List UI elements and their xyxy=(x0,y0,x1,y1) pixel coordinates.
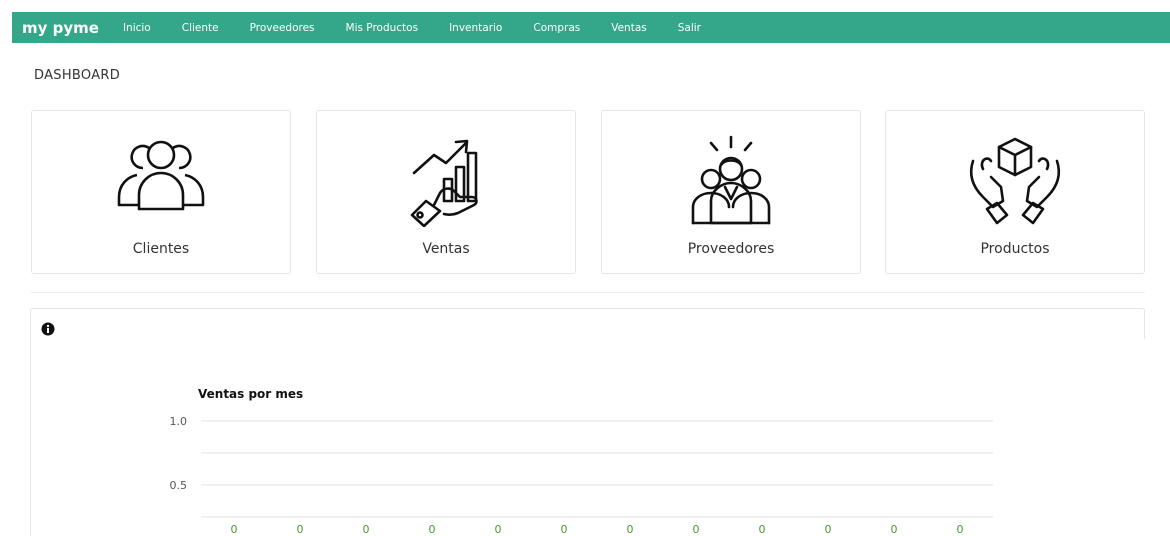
bar-value-label: 0 xyxy=(627,523,634,536)
card-productos[interactable]: Productos xyxy=(885,110,1145,274)
bar-value-label: 0 xyxy=(693,523,700,536)
chart-panel: Ventas por mes 1.0 0.5 0 0 0 0 0 0 0 0 0 0 0 0 xyxy=(30,308,1146,536)
card-clientes[interactable]: Clientes xyxy=(31,110,291,274)
bar-value-label: 0 xyxy=(561,523,568,536)
product-hands-icon xyxy=(886,131,1144,227)
card-proveedores[interactable]: Proveedores xyxy=(601,110,861,274)
bar-value-label: 0 xyxy=(495,523,502,536)
bar-value-label: 0 xyxy=(825,523,832,536)
bar-value-label: 0 xyxy=(891,523,898,536)
brand-logo[interactable]: my pyme xyxy=(22,19,99,37)
nav-item-compras[interactable]: Compras xyxy=(533,22,580,34)
nav-item-ventas[interactable]: Ventas xyxy=(611,22,647,34)
nav-item-salir[interactable]: Salir xyxy=(678,22,701,34)
bar-value-label: 0 xyxy=(297,523,304,536)
bar-value-label: 0 xyxy=(759,523,766,536)
chart-canvas: 1.0 0.5 0 0 0 0 0 0 0 0 0 0 0 0 xyxy=(170,415,993,536)
bar-value-label: 0 xyxy=(231,523,238,536)
bar-value-label: 0 xyxy=(363,523,370,536)
y-tick-label: 1.0 xyxy=(170,415,188,428)
nav-item-inicio[interactable]: Inicio xyxy=(123,22,151,34)
bar-value-label: 0 xyxy=(957,523,964,536)
nav-item-proveedores[interactable]: Proveedores xyxy=(250,22,315,34)
section-divider xyxy=(30,292,1145,293)
card-ventas[interactable]: Ventas xyxy=(316,110,576,274)
card-label: Ventas xyxy=(422,241,470,257)
nav-item-mis-productos[interactable]: Mis Productos xyxy=(346,22,419,34)
page-title: DASHBOARD xyxy=(34,68,121,83)
users-icon xyxy=(32,131,290,227)
card-label: Productos xyxy=(980,241,1050,257)
card-label: Proveedores xyxy=(687,241,775,257)
nav-item-cliente[interactable]: Cliente xyxy=(182,22,219,34)
y-tick-label: 0.5 xyxy=(170,479,188,492)
card-label: Clientes xyxy=(132,241,190,257)
bar-value-label: 0 xyxy=(429,523,436,536)
nav-item-inventario[interactable]: Inventario xyxy=(449,22,502,34)
suppliers-team-icon xyxy=(602,131,860,227)
sales-growth-icon xyxy=(317,131,575,227)
top-navbar: my pyme Inicio Cliente Proveedores Mis P… xyxy=(12,12,1170,43)
